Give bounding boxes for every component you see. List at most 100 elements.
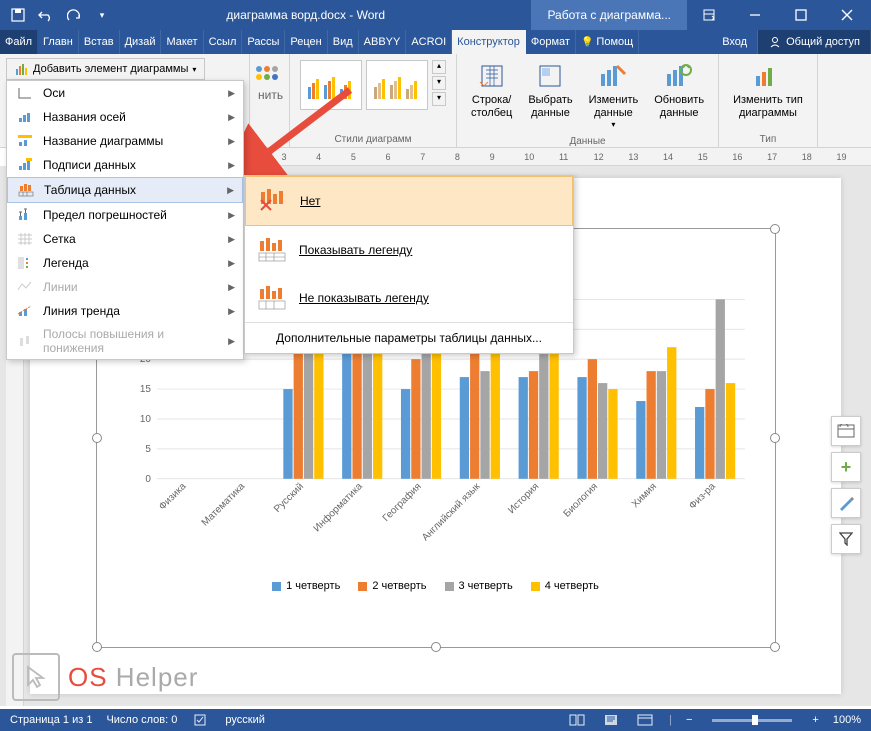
styles-more-icon[interactable]: ▾ [432,92,446,106]
menu-updown-bars: Полосы повышения и понижения▶ [7,323,243,359]
zoom-slider[interactable] [712,719,792,722]
tab-home[interactable]: Главн [38,30,79,54]
read-mode-icon[interactable] [567,712,587,728]
menu-lines: Линии▶ [7,275,243,299]
titlebar: ▾ диаграмма ворд.docx - Word Работа с ди… [0,0,871,30]
statusbar: Страница 1 из 1 Число слов: 0 русский | … [0,709,871,731]
add-chart-element-label: Добавить элемент диаграммы [33,63,188,75]
ribbon-options-icon[interactable] [687,0,731,30]
chart-legend[interactable]: 1 четверть 2 четверть 3 четверть 4 четве… [117,580,755,592]
chart-side-tools: + [831,416,861,554]
tab-acrobat[interactable]: ACROI [406,30,452,54]
tab-mailings[interactable]: Рассы [242,30,285,54]
svg-text:Английский язык: Английский язык [420,481,483,544]
tab-view[interactable]: Вид [328,30,359,54]
layout-options-icon[interactable] [831,416,861,446]
quick-access-toolbar: ▾ [0,3,120,27]
web-layout-icon[interactable] [635,712,655,728]
menu-axis-titles[interactable]: Названия осей▶ [7,105,243,129]
spellcheck-icon[interactable] [191,712,211,728]
document-title: диаграмма ворд.docx - Word [120,8,491,22]
edit-data-button[interactable]: Изменить данные▾ [581,56,647,134]
print-layout-icon[interactable] [601,712,621,728]
zoom-level[interactable]: 100% [833,714,861,726]
styles-down-icon[interactable]: ▾ [432,76,446,90]
tab-login[interactable]: Вход [712,30,758,54]
tab-constructor[interactable]: Конструктор [452,30,526,54]
language-status[interactable]: русский [225,714,264,726]
svg-text:Математика: Математика [199,481,247,529]
change-chart-type-button[interactable]: Изменить тип диаграммы [725,56,811,124]
page-status[interactable]: Страница 1 из 1 [10,714,92,726]
tab-abbyy[interactable]: ABBYY [359,30,407,54]
submenu-more-options[interactable]: Дополнительные параметры таблицы данных.… [245,322,573,353]
watermark: OS Helper [12,653,198,701]
chart-styles-icon[interactable] [831,488,861,518]
qat-more-icon[interactable]: ▾ [90,3,114,27]
chart-elements-icon[interactable]: + [831,452,861,482]
color-palette-group: нить [250,54,290,147]
cursor-icon [12,653,60,701]
tab-share[interactable]: Общий доступ [758,30,871,54]
undo-icon[interactable] [34,3,58,27]
type-group: Изменить тип диаграммы Тип [719,54,818,147]
quick-layout-label: нить [258,88,283,102]
refresh-data-button[interactable]: Обновить данные [646,56,712,134]
zoom-out-icon[interactable]: − [686,714,692,726]
zoom-in-icon[interactable]: + [812,714,818,726]
tab-file[interactable]: Файл [0,30,38,54]
resize-handle[interactable] [770,224,780,234]
svg-text:Физика: Физика [157,481,189,513]
chart-tools-context-tab: Работа с диаграмма... [531,0,687,30]
submenu-show-legend[interactable]: Показывать легенду [245,226,573,274]
menu-legend[interactable]: Легенда▶ [7,251,243,275]
svg-text:Физ-ра: Физ-ра [687,481,718,512]
svg-text:15: 15 [139,384,151,395]
redo-icon[interactable] [62,3,86,27]
tab-layout[interactable]: Макет [161,30,203,54]
minimize-icon[interactable] [733,0,777,30]
menu-data-table[interactable]: Таблица данных▶ [7,177,243,203]
tab-format[interactable]: Формат [526,30,576,54]
svg-text:0: 0 [145,474,151,485]
resize-handle[interactable] [92,642,102,652]
svg-text:География: География [380,481,423,524]
resize-handle[interactable] [431,642,441,652]
chart-filters-icon[interactable] [831,524,861,554]
menu-error-bars[interactable]: Предел погрешностей▶ [7,203,243,227]
close-icon[interactable] [825,0,869,30]
tab-references[interactable]: Ссыл [204,30,243,54]
data-group: Строка/ столбец Выбрать данные Изменить … [457,54,719,147]
save-icon[interactable] [6,3,30,27]
tab-help[interactable]: Помощ [576,30,639,54]
chart-style-2[interactable] [366,60,428,110]
type-group-label: Тип [725,132,811,147]
submenu-hide-legend[interactable]: Не показывать легенду [245,274,573,322]
resize-handle[interactable] [770,642,780,652]
submenu-none[interactable]: Нет [245,176,573,226]
svg-text:Русский: Русский [272,481,306,515]
data-table-submenu: Нет Показывать легенду Не показывать лег… [244,175,574,354]
menu-trendline[interactable]: Линия тренда▶ [7,299,243,323]
switch-row-column-button[interactable]: Строка/ столбец [463,56,520,134]
svg-text:10: 10 [139,414,151,425]
menu-data-labels[interactable]: Подписи данных▶ [7,153,243,177]
select-data-button[interactable]: Выбрать данные [520,56,580,134]
maximize-icon[interactable] [779,0,823,30]
tab-design[interactable]: Дизай [120,30,162,54]
resize-handle[interactable] [770,433,780,443]
tab-review[interactable]: Рецен [285,30,327,54]
menu-gridlines[interactable]: Сетка▶ [7,227,243,251]
tab-insert[interactable]: Встав [79,30,120,54]
add-chart-element-button[interactable]: Добавить элемент диаграммы ▾ [6,58,205,80]
styles-up-icon[interactable]: ▴ [432,60,446,74]
chart-style-1[interactable] [300,60,362,110]
word-count[interactable]: Число слов: 0 [106,714,177,726]
menu-axes[interactable]: Оси▶ [7,81,243,105]
styles-group-label: Стили диаграмм [296,132,450,147]
resize-handle[interactable] [92,433,102,443]
menu-chart-title[interactable]: Название диаграммы▶ [7,129,243,153]
change-colors-button[interactable] [256,62,282,84]
chart-styles-group: ▴ ▾ ▾ Стили диаграмм [290,54,457,147]
data-group-label: Данные [463,134,712,149]
